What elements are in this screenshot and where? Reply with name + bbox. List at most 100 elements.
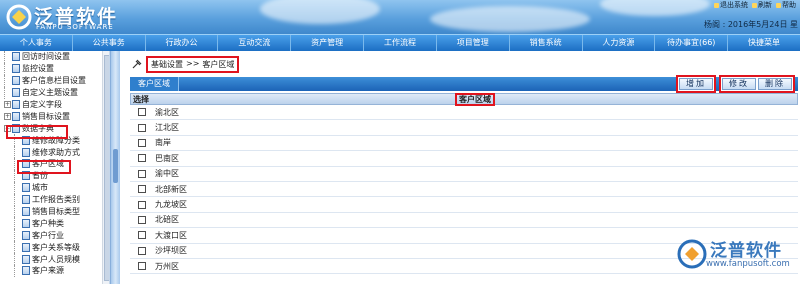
tree-item-work-report[interactable]: 工作报告类别 [0,193,102,206]
row-checkbox[interactable] [138,138,146,147]
tree-item-data-dictionary[interactable]: − 数据字典 [0,122,102,134]
table-row[interactable]: 九龙坡区 [130,197,798,213]
row-region-name: 九龙坡区 [155,200,187,210]
app-logo[interactable]: 泛普软件 FANPU SOFTWARE [6,2,156,32]
table-row[interactable]: 巴南区 [130,151,798,167]
row-region-name: 南岸 [155,138,171,148]
edit-button[interactable]: 修改 [722,78,756,90]
help-link[interactable]: 帮助 [776,0,796,10]
page-icon [12,52,20,62]
row-checkbox[interactable] [138,246,146,255]
row-checkbox[interactable] [138,123,146,132]
table-row[interactable]: 渝北区 [130,105,798,121]
tree-item-customer-region[interactable]: 客户区域 [0,158,102,170]
add-button-wrap: 增加 [676,75,716,93]
page-icon [22,207,30,217]
logout-link[interactable]: 退出系统 [714,0,748,10]
row-checkbox[interactable] [138,154,146,163]
tree-item-customer-staff-size[interactable]: 客户人员规模 [0,253,102,266]
breadcrumb-parent[interactable]: 基础设置 [151,59,183,70]
sidebar-scrollbar[interactable] [102,51,109,284]
table-row[interactable]: 北碚区 [130,213,798,229]
tree-item-custom-fields[interactable]: + 自定义字段 [0,99,102,111]
tree-item-customer-relation-level[interactable]: 客户关系等级 [0,241,102,254]
logout-icon [714,2,719,8]
breadcrumb-separator: >> [186,58,200,68]
tree-item-customer-industry[interactable]: 客户行业 [0,229,102,242]
expand-icon[interactable]: + [4,112,11,120]
page-icon [22,159,30,169]
tree-item-sales-target[interactable]: + 销售目标设置 [0,110,102,122]
row-region-name: 江北区 [155,123,179,133]
row-checkbox[interactable] [138,262,146,271]
brand-watermark: 泛普软件 www.fanpusoft.com [676,236,798,282]
page-icon [12,88,20,98]
tree-list: 回访时间设置 监控设置 客户信息栏目设置 自定义主题设置 + 自定义字段 + 销售目… [0,51,102,277]
app-header: 泛普软件 FANPU SOFTWARE 退出系统 刷新 帮助 杨阁 : 2016… [0,0,800,34]
page-icon [12,76,20,86]
page-icon [22,183,30,193]
row-region-name: 北碚区 [155,215,179,225]
tree-item-repair-help[interactable]: 维修求助方式 [0,146,102,159]
tree-item-repair-fault[interactable]: 维修故障分类 [0,134,102,147]
nav-sales[interactable]: 销售系统 [510,35,583,51]
nav-shortcut[interactable]: 快捷菜单 [728,35,800,51]
breadcrumb: 基础设置 >> 客户区域 [120,51,800,77]
main-nav: 个人事务 公共事务 行政办公 互动交流 资产管理 工作流程 项目管理 销售系统 … [0,34,800,51]
nav-interaction[interactable]: 互动交流 [218,35,292,51]
page-icon [12,100,20,109]
page-icon [22,242,30,252]
breadcrumb-box: 基础设置 >> 客户区域 [146,55,240,73]
tab-customer-region[interactable]: 客户区域 [130,77,179,91]
action-buttons: 增加 修改 删除 [676,75,795,93]
tree-item-province[interactable]: 省份 [0,169,102,182]
table-row[interactable]: 江北区 [130,120,798,136]
nav-projects[interactable]: 项目管理 [437,35,510,51]
table-row[interactable]: 北部新区 [130,182,798,198]
nav-admin-office[interactable]: 行政办公 [146,35,219,51]
row-checkbox[interactable] [138,169,146,178]
watermark-url: www.fanpusoft.com [706,259,790,269]
refresh-link[interactable]: 刷新 [752,0,772,10]
tree-item-custom-theme[interactable]: 自定义主题设置 [0,86,102,99]
tree-item-monitor[interactable]: 监控设置 [0,62,102,75]
nav-personal[interactable]: 个人事务 [0,35,73,51]
watermark-logo-icon [677,239,707,269]
panel-splitter[interactable] [110,51,120,284]
row-checkbox[interactable] [138,215,146,224]
nav-public[interactable]: 公共事务 [73,35,146,51]
row-region-name: 万州区 [155,261,179,271]
nav-assets[interactable]: 资产管理 [291,35,365,51]
edit-delete-wrap: 修改 删除 [719,75,795,93]
nav-todo[interactable]: 待办事宜(66) [655,35,729,51]
tree-item-city[interactable]: 城市 [0,181,102,194]
page-icon [22,147,30,157]
tree-item-sales-target-type[interactable]: 销售目标类型 [0,205,102,218]
table-row[interactable]: 南岸 [130,136,798,152]
nav-workflow[interactable]: 工作流程 [364,35,437,51]
nav-hr[interactable]: 人力资源 [583,35,656,51]
delete-button[interactable]: 删除 [758,78,792,90]
add-button[interactable]: 增加 [679,78,713,90]
row-checkbox[interactable] [138,108,146,117]
page-icon [22,135,30,145]
page-icon [12,111,20,121]
tree-item-visit-time[interactable]: 回访时间设置 [0,51,102,63]
tree-item-customer-columns[interactable]: 客户信息栏目设置 [0,74,102,87]
table-row[interactable]: 渝中区 [130,167,798,182]
refresh-icon [752,2,757,8]
row-checkbox[interactable] [138,231,146,240]
logo-icon [6,4,32,30]
breadcrumb-current: 客户区域 [202,59,235,69]
page-icon [22,254,30,264]
expand-icon[interactable]: + [4,101,11,108]
row-checkbox[interactable] [138,185,146,194]
collapse-icon[interactable]: − [4,124,11,132]
page-icon [22,230,30,240]
tree-item-customer-kind[interactable]: 客户种类 [0,217,102,230]
splitter-grip[interactable] [113,149,118,183]
row-checkbox[interactable] [138,200,146,209]
row-region-name: 渝中区 [155,169,179,179]
user-date-info: 杨阁 : 2016年5月24日 星 [704,20,798,29]
tree-item-customer-source[interactable]: 客户来源 [0,265,102,277]
